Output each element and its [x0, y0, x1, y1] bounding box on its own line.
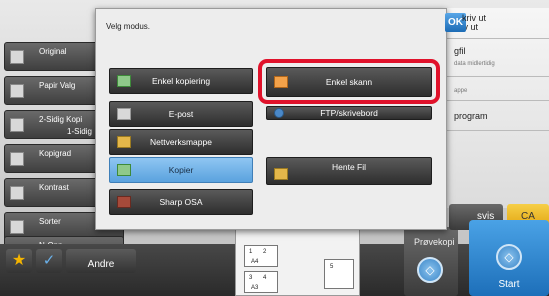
andre-button[interactable]: Andre: [66, 249, 136, 273]
mode-ftp-skrivebord[interactable]: FTP/skrivebord: [266, 106, 432, 120]
zoom-icon: [10, 152, 24, 166]
preview-page-number: 3: [249, 275, 253, 281]
preview-sheet: 5: [324, 259, 354, 289]
mode-enkel-kopiering[interactable]: Enkel kopiering: [109, 68, 253, 94]
preview-sheet: 1 2 A4: [244, 245, 278, 267]
layout-preview: 1 2 A4 3 4 A3 5: [235, 228, 360, 296]
ok-label: OK: [448, 17, 463, 28]
proof-copy-label: Prøvekopi: [414, 237, 455, 247]
sidebar-item-label: 2-Sidig Kopi: [39, 115, 83, 124]
divider: [446, 130, 549, 131]
proof-copy-button[interactable]: Prøvekopi ◇: [404, 227, 458, 296]
sidebar-item-label: Papir Valg: [39, 81, 76, 90]
contrast-icon: [10, 186, 24, 200]
mode-label: Hente Fil: [331, 162, 366, 172]
mode-hente-fil[interactable]: Hente Fil: [266, 157, 432, 185]
divider: [446, 38, 549, 39]
mode-label: Sharp OSA: [159, 197, 203, 207]
preview-page-number: 2: [263, 249, 267, 255]
sidebar-item-value: 1-Sidig: [67, 127, 92, 136]
store-file-sub: data midlertidig: [454, 61, 495, 67]
proof-copy-icon: ◇: [417, 257, 443, 283]
paper-icon: [10, 84, 24, 98]
mode-label: Nettverksmappe: [150, 137, 212, 147]
start-icon: ◇: [496, 244, 522, 270]
sidebar-item-label: Sorter: [39, 217, 61, 226]
preview-page-number: 4: [263, 275, 267, 281]
mode-label: E-post: [168, 109, 194, 119]
mode-epost[interactable]: E-post: [109, 101, 253, 127]
mode-label: Enkel kopiering: [151, 76, 211, 86]
program-label[interactable]: program: [454, 111, 488, 121]
preview-page-number: 1: [249, 249, 253, 255]
print-tab-label: kriv ut: [462, 13, 487, 23]
start-button[interactable]: ◇ Start: [469, 220, 549, 296]
start-label: Start: [498, 279, 520, 290]
duplex-icon: [10, 118, 24, 132]
mode-sharp-osa[interactable]: Sharp OSA: [109, 189, 253, 215]
preview-paper-size: A3: [251, 285, 259, 291]
mode-label: Kopier: [168, 165, 194, 175]
checkmark-icon[interactable]: ✓: [36, 249, 62, 273]
sidebar-item-label: Kopigrad: [39, 149, 72, 158]
andre-label: Andre: [87, 259, 115, 270]
mode-kopier[interactable]: Kopier: [109, 157, 253, 183]
preview-paper-size: A4: [251, 259, 259, 265]
star-icon[interactable]: ★: [6, 249, 32, 273]
highlight-frame: [258, 59, 440, 104]
original-icon: [10, 50, 24, 64]
mode-label: FTP/skrivebord: [320, 108, 378, 118]
divider: [446, 100, 549, 101]
right-action-panel: kriv ut gfil data midlertidig appe progr…: [438, 8, 549, 208]
store-file-label[interactable]: gfil: [454, 46, 466, 56]
folder-sub: appe: [454, 88, 468, 94]
preview-sheet: 3 4 A3: [244, 271, 278, 293]
preview-page-number: 5: [330, 264, 334, 270]
sort-icon: [10, 220, 24, 234]
divider: [446, 76, 549, 77]
dialog-title: Velg modus.: [106, 22, 151, 31]
sidebar-item-label: Kontrast: [39, 183, 69, 192]
sidebar-item-label: Original: [39, 47, 67, 56]
mode-nettverksmappe[interactable]: Nettverksmappe: [109, 129, 253, 155]
